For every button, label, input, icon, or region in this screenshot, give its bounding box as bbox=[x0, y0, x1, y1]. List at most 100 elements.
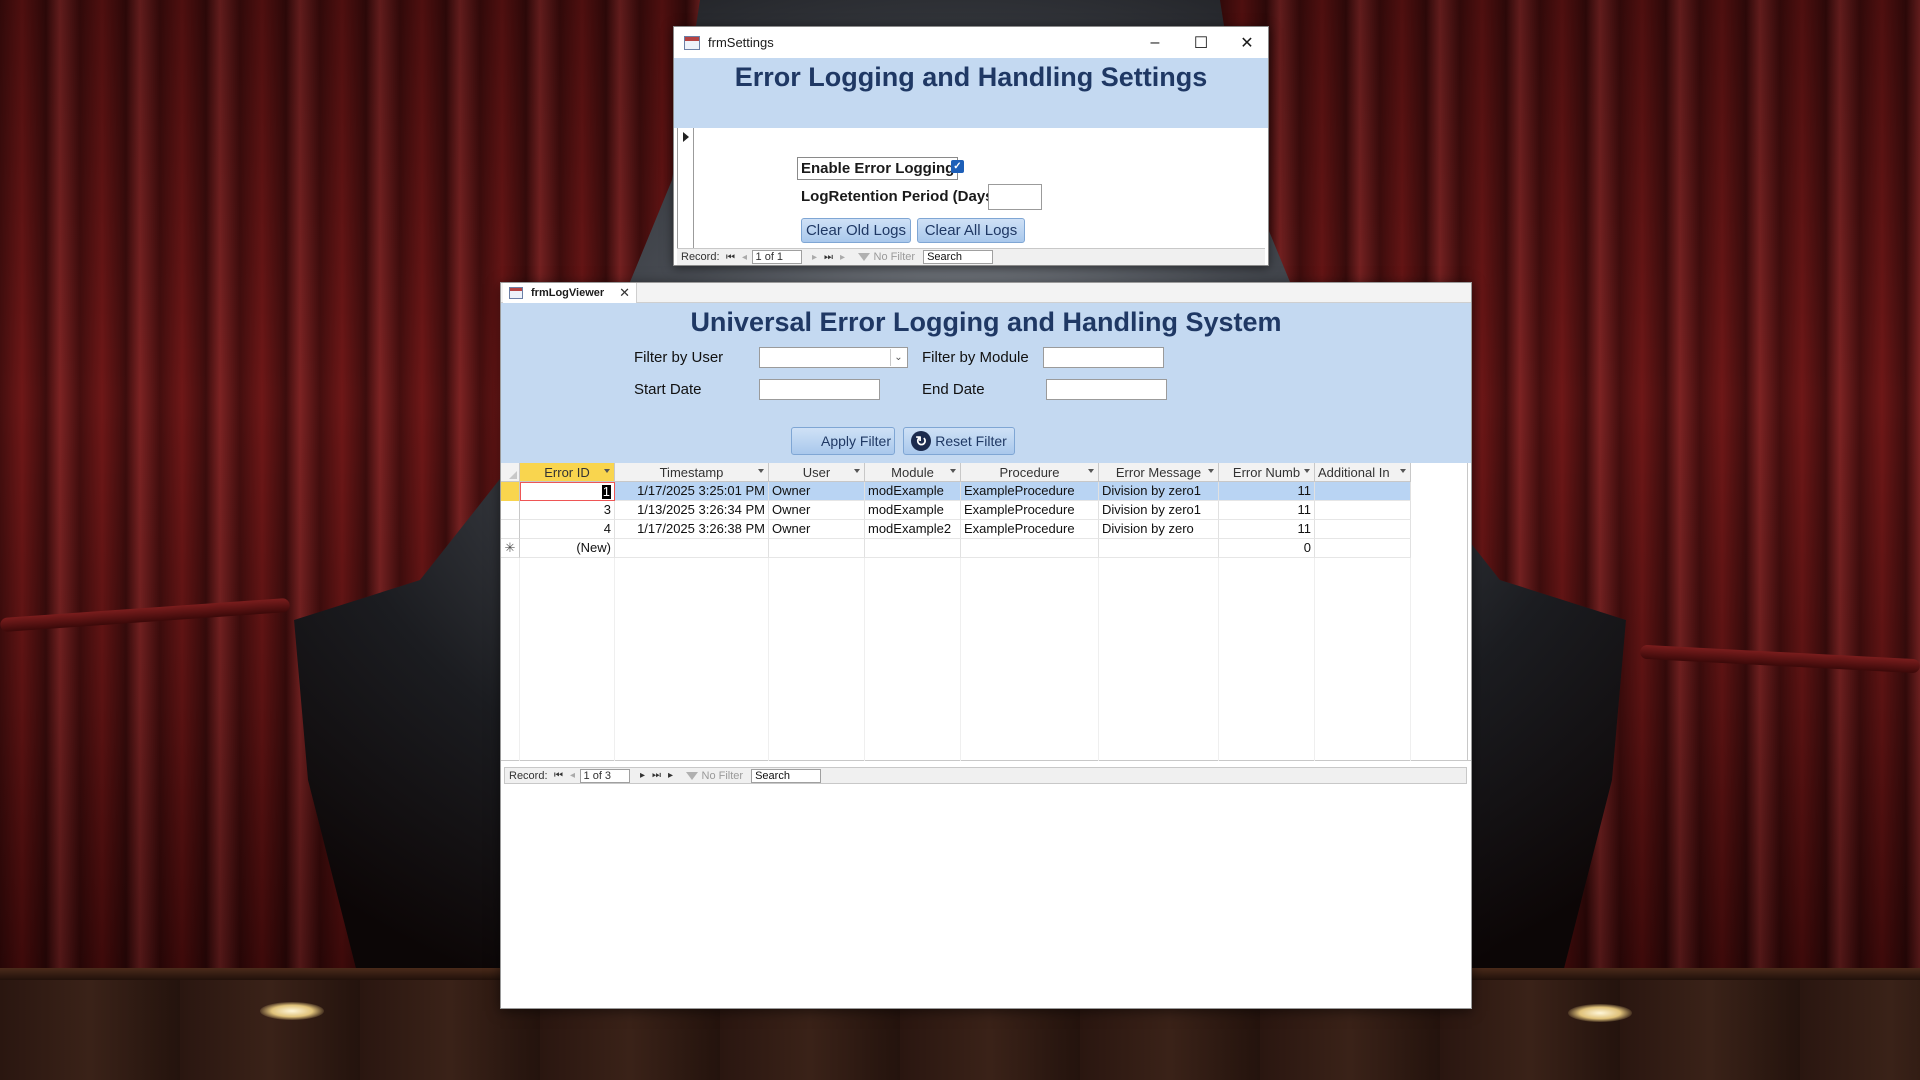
close-icon[interactable]: ✕ bbox=[619, 285, 630, 301]
cell-error-number[interactable]: 11 bbox=[1219, 501, 1315, 520]
column-header-error-number[interactable]: Error Numb bbox=[1219, 463, 1315, 482]
cell-procedure[interactable]: ExampleProcedure bbox=[961, 482, 1099, 501]
column-header-label: Error Message bbox=[1115, 464, 1202, 480]
column-header-error-id[interactable]: Error ID bbox=[520, 463, 615, 482]
cell-timestamp[interactable]: 1/13/2025 3:26:34 PM bbox=[615, 501, 769, 520]
cell-timestamp[interactable]: 1/17/2025 3:25:01 PM bbox=[615, 482, 769, 501]
settings-record-navigator: Record: ⏮ ◂ 1 of 1 ▸ ⏭ ▸ No Filter Searc… bbox=[677, 248, 1265, 265]
filter-module-input[interactable] bbox=[1043, 347, 1164, 368]
new-record-icon[interactable]: ✳ bbox=[501, 539, 520, 558]
cell-additional-info[interactable] bbox=[1315, 482, 1411, 501]
column-header-label: Additional In bbox=[1318, 464, 1390, 480]
last-record-icon[interactable]: ⏭ bbox=[822, 252, 836, 263]
first-record-icon[interactable]: ⏮ bbox=[724, 252, 738, 263]
cell-error-message[interactable]: Division by zero bbox=[1099, 520, 1219, 539]
new-record-icon[interactable]: ▸ bbox=[836, 252, 850, 263]
row-selector[interactable] bbox=[501, 520, 520, 539]
settings-window-title: frmSettings bbox=[708, 35, 774, 50]
search-input[interactable]: Search bbox=[751, 768, 822, 783]
table-row[interactable]: 4 1/17/2025 3:26:38 PM Owner modExample2… bbox=[501, 520, 1411, 539]
cell-error-id[interactable]: (New) bbox=[520, 539, 615, 558]
cell-error-message[interactable] bbox=[1099, 539, 1219, 558]
minimize-icon[interactable]: – bbox=[1132, 27, 1178, 58]
apply-filter-button[interactable]: Apply Filter bbox=[791, 427, 895, 455]
column-header-module[interactable]: Module bbox=[865, 463, 961, 482]
filter-user-label: Filter by User bbox=[634, 349, 724, 366]
column-header-procedure[interactable]: Procedure bbox=[961, 463, 1099, 482]
cell-error-number[interactable]: 0 bbox=[1219, 539, 1315, 558]
new-record-icon[interactable]: ▸ bbox=[664, 770, 678, 781]
enable-logging-checkbox[interactable]: ✓ bbox=[951, 160, 964, 173]
first-record-icon[interactable]: ⏮ bbox=[552, 770, 566, 781]
chevron-down-icon[interactable] bbox=[1208, 469, 1214, 473]
column-header-additional-info[interactable]: Additional In bbox=[1315, 463, 1411, 482]
close-icon[interactable]: ✕ bbox=[1224, 27, 1270, 58]
chevron-down-icon[interactable] bbox=[1088, 469, 1094, 473]
cell-procedure[interactable] bbox=[961, 539, 1099, 558]
table-row[interactable]: 1 1/17/2025 3:25:01 PM Owner modExample … bbox=[501, 482, 1411, 501]
cell-module[interactable] bbox=[865, 539, 961, 558]
record-position-input[interactable]: 1 of 1 bbox=[751, 250, 802, 264]
viewer-header: Universal Error Logging and Handling Sys… bbox=[501, 303, 1471, 463]
clear-old-logs-button[interactable]: Clear Old Logs bbox=[801, 218, 911, 243]
chevron-down-icon[interactable]: ⌄ bbox=[890, 349, 906, 366]
filter-list-icon bbox=[795, 432, 817, 450]
viewer-page-title: Universal Error Logging and Handling Sys… bbox=[690, 307, 1282, 337]
cell-module[interactable]: modExample bbox=[865, 501, 961, 520]
prev-record-icon[interactable]: ◂ bbox=[738, 252, 752, 263]
chevron-down-icon[interactable] bbox=[1400, 469, 1406, 473]
new-record-row[interactable]: ✳ (New) 0 bbox=[501, 539, 1411, 558]
cell-error-message[interactable]: Division by zero1 bbox=[1099, 482, 1219, 501]
retention-period-input[interactable] bbox=[988, 184, 1042, 210]
cell-procedure[interactable]: ExampleProcedure bbox=[961, 501, 1099, 520]
cell-error-id[interactable]: 4 bbox=[520, 520, 615, 539]
select-all-corner[interactable] bbox=[501, 463, 520, 482]
filter-indicator[interactable]: No Filter bbox=[685, 770, 743, 782]
column-header-label: Error ID bbox=[544, 464, 590, 480]
row-selector[interactable] bbox=[501, 501, 520, 520]
chevron-down-icon[interactable] bbox=[854, 469, 860, 473]
cell-module[interactable]: modExample bbox=[865, 482, 961, 501]
chevron-down-icon[interactable] bbox=[758, 469, 764, 473]
table-row[interactable]: 3 1/13/2025 3:26:34 PM Owner modExample … bbox=[501, 501, 1411, 520]
cell-additional-info[interactable] bbox=[1315, 501, 1411, 520]
cell-additional-info[interactable] bbox=[1315, 520, 1411, 539]
cell-module[interactable]: modExample2 bbox=[865, 520, 961, 539]
start-date-input[interactable] bbox=[759, 379, 880, 400]
cell-user[interactable]: Owner bbox=[769, 501, 865, 520]
cell-procedure[interactable]: ExampleProcedure bbox=[961, 520, 1099, 539]
row-selector[interactable] bbox=[501, 482, 520, 501]
search-input[interactable]: Search bbox=[923, 250, 994, 264]
chevron-down-icon[interactable] bbox=[950, 469, 956, 473]
cell-error-id[interactable]: 3 bbox=[520, 501, 615, 520]
reset-filter-button[interactable]: ↻ Reset Filter bbox=[903, 427, 1015, 455]
column-header-user[interactable]: User bbox=[769, 463, 865, 482]
chevron-down-icon[interactable] bbox=[604, 469, 610, 473]
column-header-error-message[interactable]: Error Message bbox=[1099, 463, 1219, 482]
maximize-icon[interactable]: ☐ bbox=[1178, 27, 1224, 58]
column-header-timestamp[interactable]: Timestamp bbox=[615, 463, 769, 482]
cell-error-message[interactable]: Division by zero1 bbox=[1099, 501, 1219, 520]
filter-user-combo[interactable]: ⌄ bbox=[759, 347, 908, 368]
cell-timestamp[interactable] bbox=[615, 539, 769, 558]
filter-indicator[interactable]: No Filter bbox=[857, 251, 915, 263]
record-position-input[interactable]: 1 of 3 bbox=[579, 768, 630, 783]
clear-all-logs-button[interactable]: Clear All Logs bbox=[917, 218, 1025, 243]
cell-user[interactable]: Owner bbox=[769, 520, 865, 539]
next-record-icon[interactable]: ▸ bbox=[808, 252, 822, 263]
cell-additional-info[interactable] bbox=[1315, 539, 1411, 558]
cell-error-number[interactable]: 11 bbox=[1219, 482, 1315, 501]
cell-error-id[interactable]: 1 bbox=[520, 482, 615, 501]
cell-timestamp[interactable]: 1/17/2025 3:26:38 PM bbox=[615, 520, 769, 539]
prev-record-icon[interactable]: ◂ bbox=[566, 770, 580, 781]
end-date-input[interactable] bbox=[1046, 379, 1167, 400]
cell-error-number[interactable]: 11 bbox=[1219, 520, 1315, 539]
cell-user[interactable] bbox=[769, 539, 865, 558]
settings-titlebar[interactable]: frmSettings – ☐ ✕ bbox=[674, 27, 1268, 58]
chevron-down-icon[interactable] bbox=[1304, 469, 1310, 473]
record-selector[interactable] bbox=[677, 128, 694, 250]
tab-frmlogviewer[interactable]: frmLogViewer ✕ bbox=[503, 283, 637, 303]
cell-user[interactable]: Owner bbox=[769, 482, 865, 501]
next-record-icon[interactable]: ▸ bbox=[636, 770, 650, 781]
last-record-icon[interactable]: ⏭ bbox=[650, 770, 664, 781]
